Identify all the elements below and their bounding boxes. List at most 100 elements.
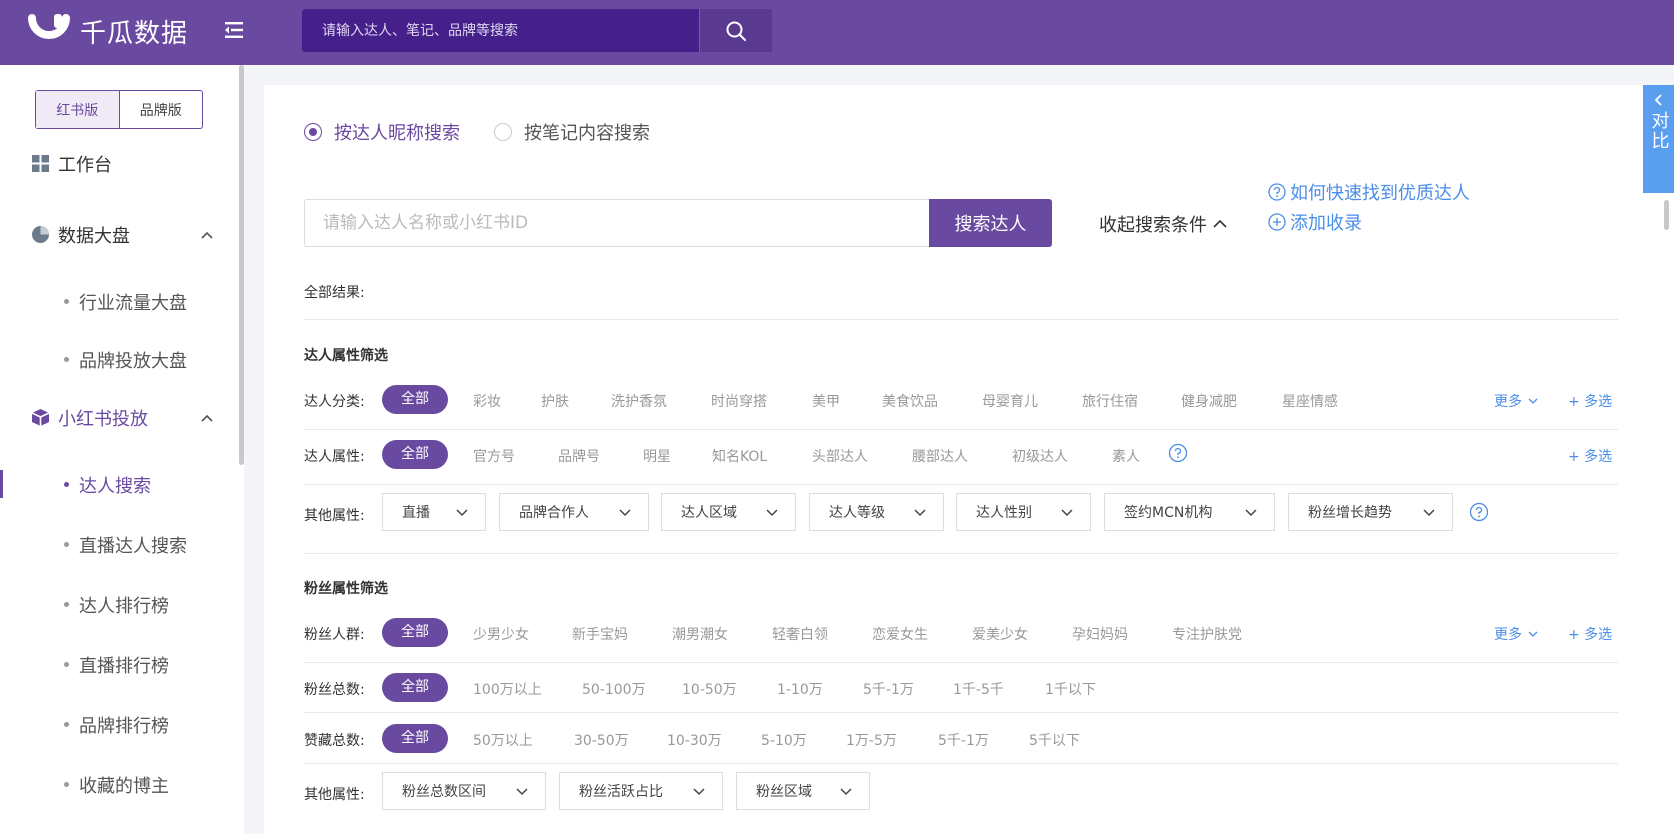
global-search-input[interactable]: [302, 9, 699, 52]
filter-tag[interactable]: 初级达人: [1012, 446, 1068, 466]
dropdown-kol-gender[interactable]: 达人性别: [956, 493, 1091, 531]
filter-row-category: 达人分类: 全部 彩妆 护肤 洗护香氛 时尚穿搭 美甲 美食饮品 母婴育儿 旅行…: [304, 385, 1618, 415]
filter-tag[interactable]: 爱美少女: [972, 624, 1028, 644]
dropdown-fan-region[interactable]: 粉丝区域: [736, 772, 870, 810]
more-button[interactable]: 更多: [1494, 624, 1539, 644]
filter-tag[interactable]: 腰部达人: [912, 446, 968, 466]
chevron-down-icon: [1423, 509, 1435, 517]
question-circle-icon[interactable]: [1168, 443, 1188, 463]
filter-tag[interactable]: 品牌号: [558, 446, 600, 466]
multi-select-button[interactable]: + 多选: [1568, 624, 1612, 644]
filter-tag[interactable]: 彩妆: [473, 391, 501, 411]
filter-tag[interactable]: 5-10万: [761, 730, 807, 750]
version-xhs-button[interactable]: 红书版: [36, 91, 120, 128]
dropdown-kol-region[interactable]: 达人区域: [661, 493, 796, 531]
filter-tag[interactable]: 1千-5千: [953, 679, 1004, 699]
question-circle-icon[interactable]: [1469, 502, 1489, 522]
filter-tag[interactable]: 轻奢白领: [772, 624, 828, 644]
multi-select-button[interactable]: + 多选: [1568, 391, 1612, 411]
kol-search-input[interactable]: [304, 199, 929, 247]
cube-icon: [32, 409, 49, 426]
sidebar-item-label: 小红书投放: [58, 409, 148, 430]
dropdown-label: 粉丝活跃占比: [579, 784, 663, 800]
sidebar-subitem-brand-board[interactable]: 品牌投放大盘: [0, 341, 239, 377]
filter-tag[interactable]: 潮男潮女: [672, 624, 728, 644]
add-record-link[interactable]: 添加收录: [1268, 209, 1362, 235]
filter-tag[interactable]: 5千-1万: [863, 679, 914, 699]
multi-select-button[interactable]: + 多选: [1568, 446, 1612, 466]
compare-tab[interactable]: 对比: [1643, 85, 1674, 193]
kol-search-button[interactable]: 搜索达人: [929, 199, 1052, 247]
dropdown-fan-total-range[interactable]: 粉丝总数区间: [382, 772, 546, 810]
dropdown-kol-level[interactable]: 达人等级: [809, 493, 944, 531]
filter-tag[interactable]: 专注护肤党: [1172, 624, 1242, 644]
sidebar-subitem-kol-search[interactable]: 达人搜索: [0, 466, 239, 502]
filter-tag[interactable]: 10-50万: [682, 679, 737, 699]
filter-tag[interactable]: 素人: [1112, 446, 1140, 466]
filter-tag[interactable]: 新手宝妈: [572, 624, 628, 644]
dropdown-label: 品牌合作人: [519, 505, 589, 521]
filter-tag[interactable]: 30-50万: [574, 730, 629, 750]
filter-tag[interactable]: 1万-5万: [846, 730, 897, 750]
sidebar-item-xhs[interactable]: 小红书投放: [0, 400, 239, 434]
sidebar-subitem-live-kol[interactable]: 直播达人搜索: [0, 526, 239, 562]
filter-label: 其他属性:: [304, 787, 365, 803]
version-brand-button[interactable]: 品牌版: [120, 91, 203, 128]
filter-tag-all[interactable]: 全部: [382, 385, 448, 414]
filter-tag[interactable]: 100万以上: [473, 679, 542, 699]
sidebar-subitem-brand-rank[interactable]: 品牌排行榜: [0, 706, 239, 742]
filter-tag[interactable]: 1千以下: [1045, 679, 1096, 699]
filter-tag[interactable]: 美食饮品: [882, 391, 938, 411]
menu-fold-icon[interactable]: [222, 18, 246, 42]
filter-tag[interactable]: 50-100万: [582, 679, 646, 699]
divider: [304, 429, 1618, 430]
filter-tag-all[interactable]: 全部: [382, 440, 448, 469]
filter-tag[interactable]: 恋爱女生: [872, 624, 928, 644]
filter-tag[interactable]: 10-30万: [667, 730, 722, 750]
filter-tag[interactable]: 护肤: [541, 391, 569, 411]
filter-tag-all[interactable]: 全部: [382, 673, 448, 702]
filter-tag[interactable]: 洗护香氛: [611, 391, 667, 411]
filter-tag-all[interactable]: 全部: [382, 618, 448, 647]
filter-tag[interactable]: 少男少女: [473, 624, 529, 644]
filter-tag[interactable]: 1-10万: [777, 679, 823, 699]
sidebar-subitem-favorites[interactable]: 收藏的博主: [0, 766, 239, 802]
search-mode-note[interactable]: 按笔记内容搜索: [494, 119, 650, 145]
dropdown-mcn[interactable]: 签约MCN机构: [1104, 493, 1275, 531]
how-to-link[interactable]: 如何快速找到优质达人: [1268, 179, 1470, 205]
chevron-down-icon: [693, 788, 705, 796]
main-scrollbar[interactable]: [1664, 200, 1669, 230]
filter-tag[interactable]: 明星: [643, 446, 671, 466]
divider: [304, 484, 1618, 485]
sidebar-scrollbar[interactable]: [239, 65, 244, 465]
dropdown-live[interactable]: 直播: [382, 493, 486, 531]
dropdown-brand-partner[interactable]: 品牌合作人: [499, 493, 649, 531]
app-logo[interactable]: 千瓜数据: [28, 12, 188, 50]
sidebar-subitem-industry[interactable]: 行业流量大盘: [0, 283, 239, 319]
search-mode-nickname[interactable]: 按达人昵称搜索: [304, 119, 460, 145]
sidebar-subitem-kol-rank[interactable]: 达人排行榜: [0, 586, 239, 622]
filter-tag[interactable]: 母婴育儿: [982, 391, 1038, 411]
collapse-filters-button[interactable]: 收起搜索条件: [1099, 211, 1229, 237]
filter-tag[interactable]: 5千以下: [1029, 730, 1080, 750]
dropdown-fan-active-ratio[interactable]: 粉丝活跃占比: [559, 772, 723, 810]
filter-tag[interactable]: 孕妇妈妈: [1072, 624, 1128, 644]
more-button[interactable]: 更多: [1494, 391, 1539, 411]
global-search-button[interactable]: [699, 9, 772, 52]
filter-tag[interactable]: 健身减肥: [1181, 391, 1237, 411]
filter-tag[interactable]: 旅行住宿: [1082, 391, 1138, 411]
filter-tag[interactable]: 时尚穿搭: [711, 391, 767, 411]
filter-tag[interactable]: 知名KOL: [712, 446, 767, 466]
filter-tag[interactable]: 美甲: [812, 391, 840, 411]
filter-tag[interactable]: 50万以上: [473, 730, 533, 750]
filter-tag[interactable]: 官方号: [473, 446, 515, 466]
filter-tag[interactable]: 头部达人: [812, 446, 868, 466]
dropdown-fan-growth[interactable]: 粉丝增长趋势: [1288, 493, 1453, 531]
sidebar-subitem-live-rank[interactable]: 直播排行榜: [0, 646, 239, 682]
sidebar-item-workbench[interactable]: 工作台: [0, 146, 239, 180]
filter-tag[interactable]: 星座情感: [1282, 391, 1338, 411]
dropdown-label: 粉丝总数区间: [402, 784, 486, 800]
filter-tag-all[interactable]: 全部: [382, 724, 448, 753]
sidebar-item-data-board[interactable]: 数据大盘: [0, 217, 239, 251]
filter-tag[interactable]: 5千-1万: [938, 730, 989, 750]
